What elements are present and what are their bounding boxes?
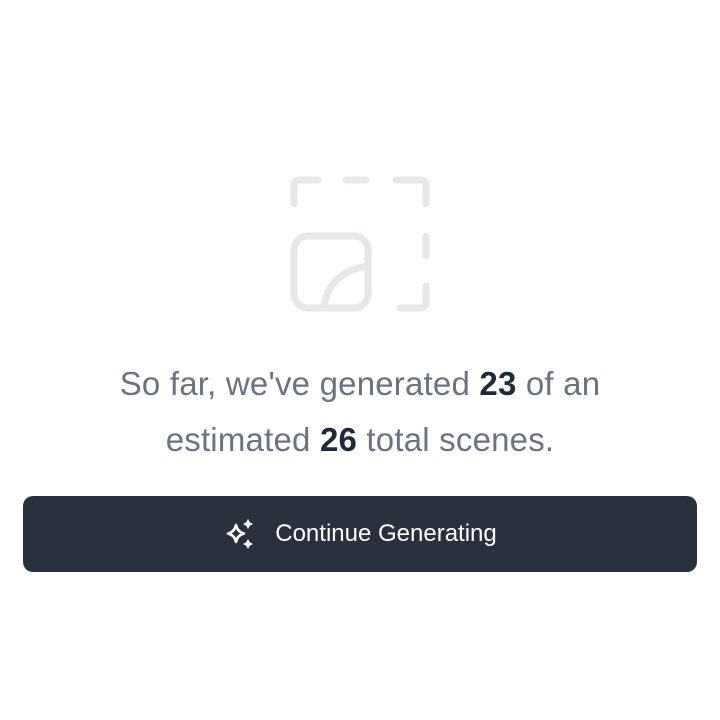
sparkles-icon <box>223 517 257 551</box>
image-placeholder-icon <box>288 174 432 314</box>
message-lead: So far, we've generated <box>119 365 471 402</box>
message-tail: total scenes. <box>366 421 555 458</box>
generated-count: 23 <box>479 365 517 402</box>
estimated-total: 26 <box>319 421 358 458</box>
continue-generating-label: Continue Generating <box>275 520 497 547</box>
generation-progress-message: So far, we've generated 23 of an estimat… <box>60 356 660 468</box>
continue-generating-button[interactable]: Continue Generating <box>23 496 697 572</box>
empty-state-panel: So far, we've generated 23 of an estimat… <box>0 0 720 720</box>
